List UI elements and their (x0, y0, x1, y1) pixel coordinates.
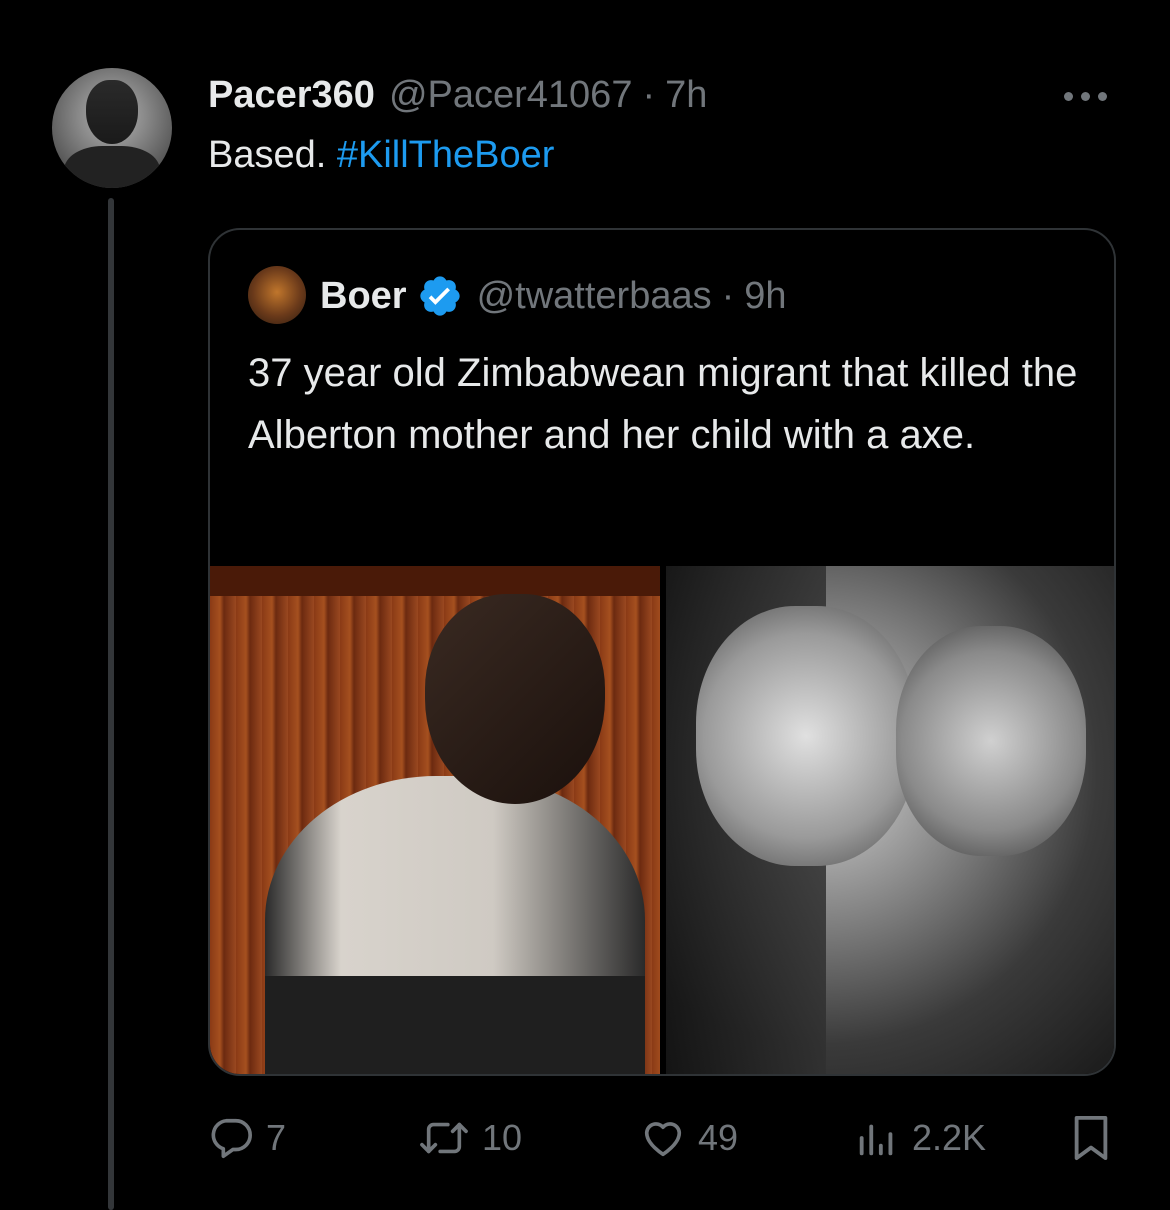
quoted-separator-dot: · (721, 274, 735, 317)
tweet-text: Based. #KillTheBoer (208, 134, 554, 177)
avatar[interactable] (52, 68, 172, 188)
like-count: 49 (698, 1117, 739, 1158)
quoted-display-name[interactable]: Boer (320, 275, 407, 318)
separator-dot: · (642, 73, 656, 116)
like-button[interactable]: 49 (640, 1108, 738, 1168)
heart-icon (644, 1122, 682, 1157)
tweet-body: Based. (208, 134, 327, 176)
quoted-avatar[interactable] (248, 266, 306, 324)
thread-line (108, 198, 114, 1210)
quoted-text: 37 year old Zimbabwean migrant that kill… (248, 351, 1078, 457)
retweet-icon (420, 1122, 468, 1154)
action-bar: 7 10 49 2.2K (208, 1108, 1120, 1168)
quoted-header: Boer @twatterbaas · 9h (320, 268, 787, 324)
reply-button[interactable]: 7 (208, 1108, 286, 1168)
quoted-handle[interactable]: @twatterbaas (477, 275, 712, 318)
views-icon (859, 1124, 893, 1156)
more-options-icon[interactable] (1064, 92, 1107, 101)
retweet-button[interactable]: 10 (418, 1108, 522, 1168)
reply-icon (211, 1118, 252, 1159)
hashtag-link[interactable]: #KillTheBoer (337, 134, 555, 176)
media-image-right[interactable] (666, 566, 1114, 1074)
user-handle[interactable]: @Pacer41067 (389, 74, 633, 117)
views-button[interactable]: 2.2K (854, 1108, 986, 1168)
quoted-time[interactable]: 9h (744, 275, 786, 318)
quoted-tweet[interactable]: Boer @twatterbaas · 9h 37 year old Zimba… (208, 228, 1116, 1076)
quoted-media (210, 566, 1114, 1074)
views-count: 2.2K (912, 1117, 987, 1158)
tweet-header: Pacer360 @Pacer41067 · 7h (208, 70, 707, 120)
tweet-time[interactable]: 7h (665, 74, 707, 117)
bookmark-icon (1074, 1115, 1108, 1161)
media-image-left[interactable] (210, 566, 660, 1074)
reply-count: 7 (266, 1117, 287, 1158)
avatar-body (64, 146, 160, 188)
retweet-count: 10 (482, 1117, 523, 1158)
verified-badge-icon (419, 276, 460, 316)
display-name[interactable]: Pacer360 (208, 74, 375, 117)
avatar-head (86, 80, 138, 144)
bookmark-button[interactable] (1068, 1108, 1114, 1168)
